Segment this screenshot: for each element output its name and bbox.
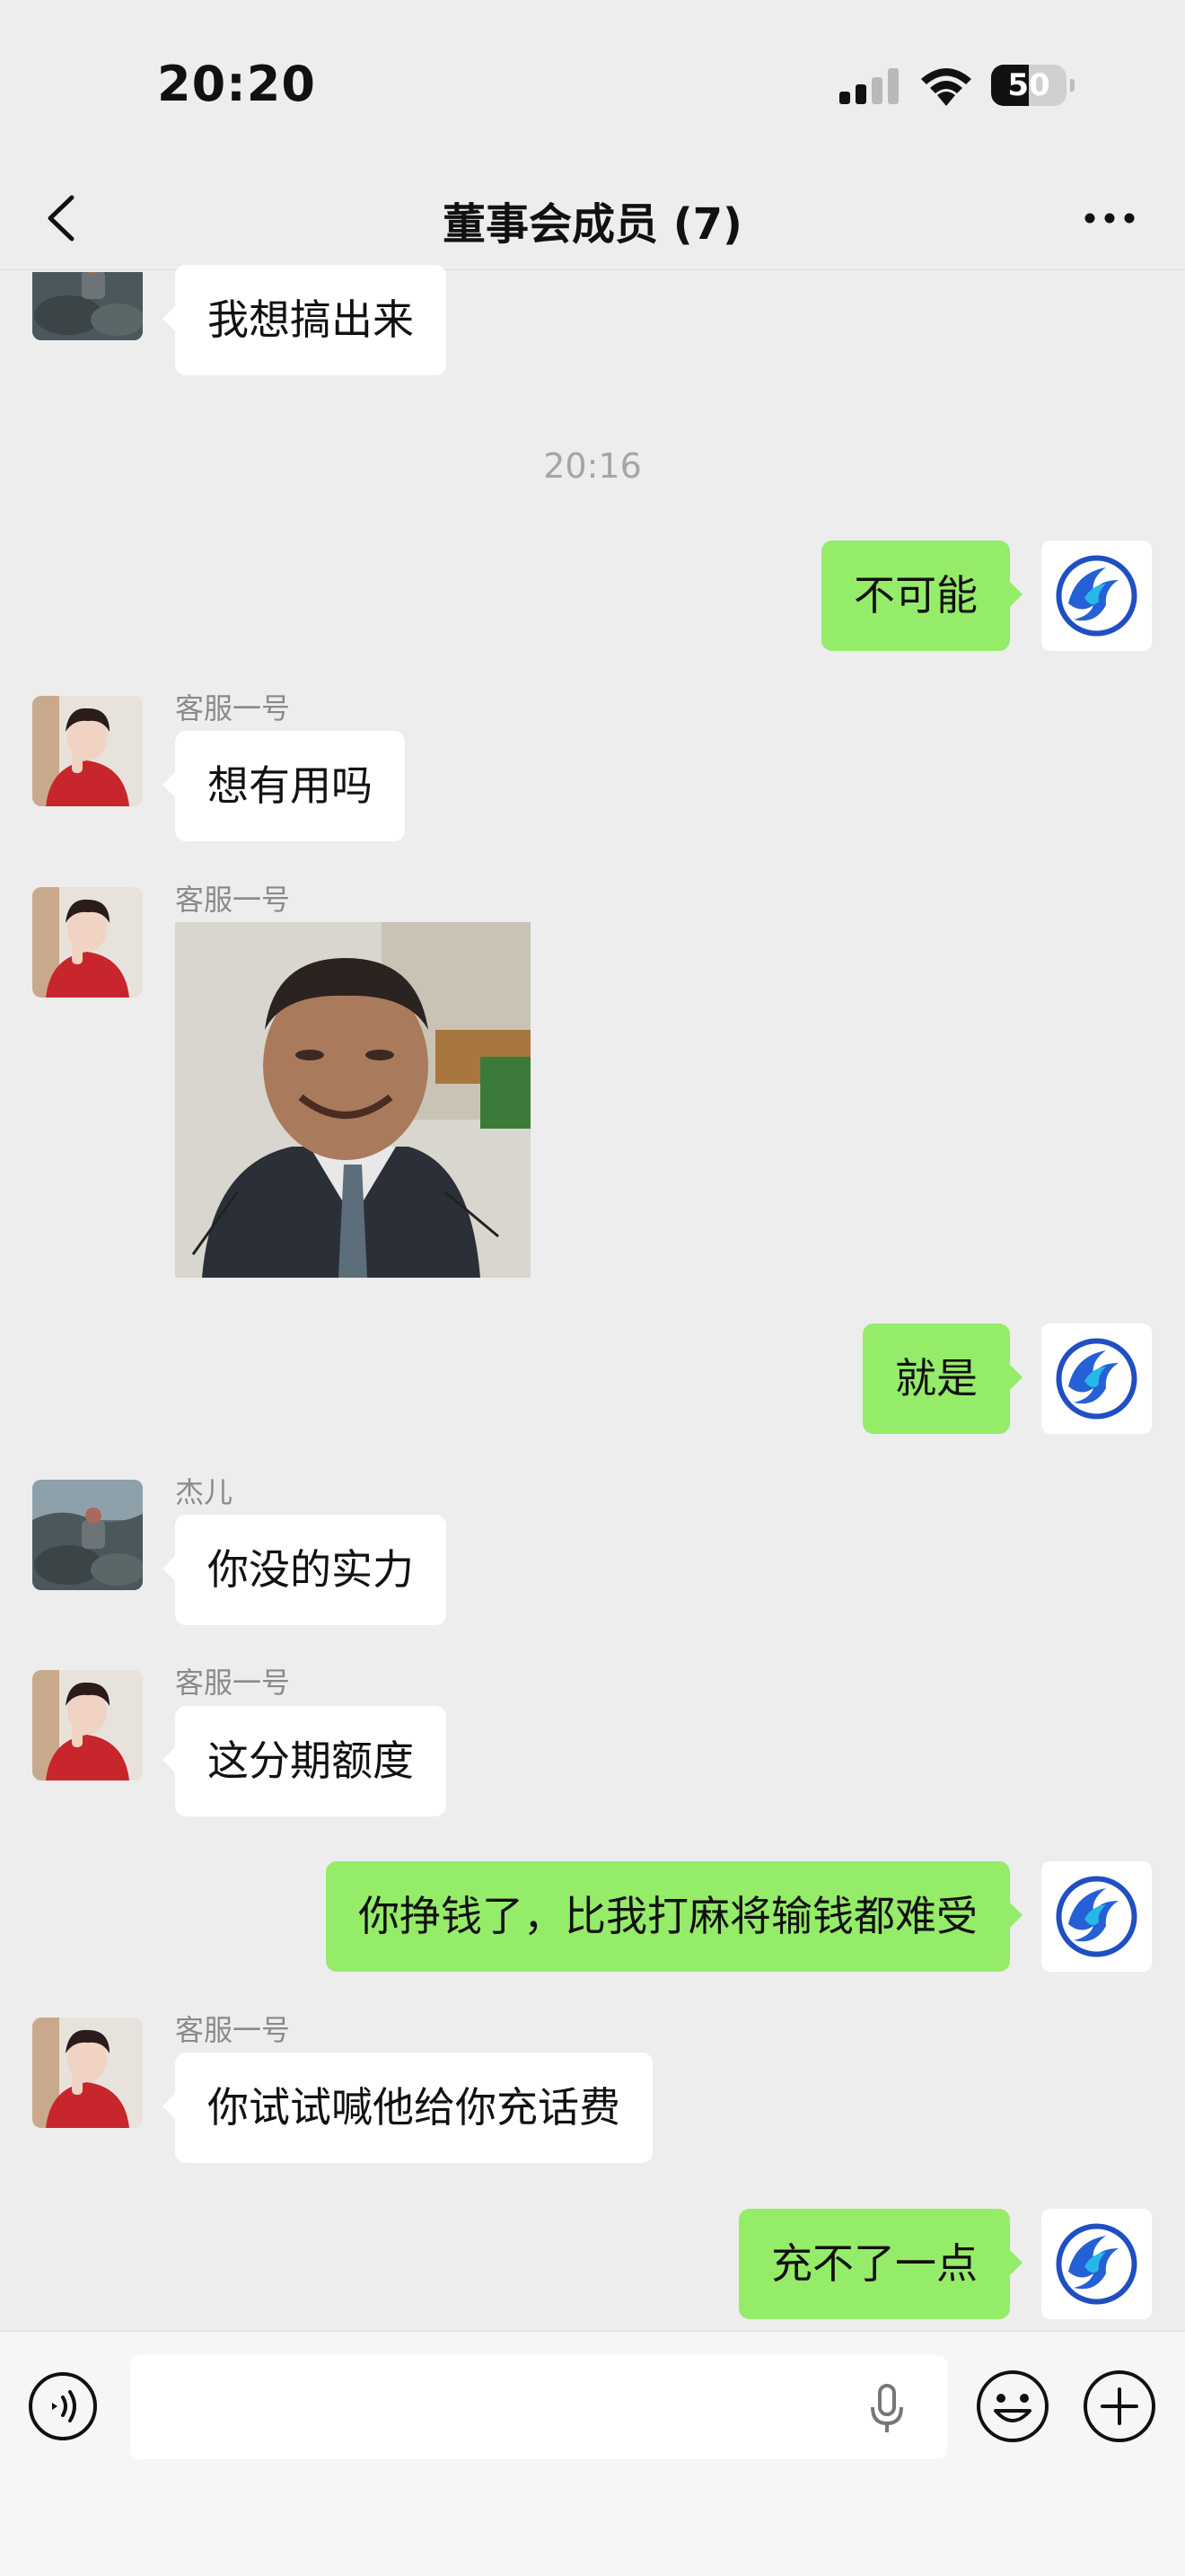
sender-name: 客服一号 (175, 1666, 291, 1700)
sender-name: 客服一号 (175, 883, 291, 917)
chat-title[interactable]: 董事会成员 (7) (0, 189, 1185, 251)
avatar[interactable] (1041, 2209, 1152, 2319)
message-bubble[interactable]: 我想搞出来 (162, 265, 446, 375)
sender-name: 客服一号 (175, 2013, 291, 2047)
message-input[interactable] (130, 2355, 947, 2459)
message-bubble[interactable]: 这分期额度 (162, 1706, 446, 1816)
smiling-man-in-suit-sticker[interactable] (175, 922, 531, 1278)
plus-icon[interactable] (1081, 2368, 1158, 2445)
message-bubble[interactable]: 想有用吗 (162, 731, 405, 841)
avatar[interactable] (32, 2018, 143, 2128)
message-bubble[interactable]: 不可能 (821, 541, 1023, 651)
sender-name: 杰儿 (175, 1475, 233, 1509)
message-bubble[interactable]: 你没的实力 (162, 1515, 446, 1625)
battery-percent: 50 (1007, 67, 1050, 103)
message-timestamp: 20:16 (543, 446, 642, 486)
cellular-signal-icon (839, 68, 902, 104)
avatar[interactable] (1041, 541, 1152, 651)
message-bubble[interactable]: 充不了一点 (739, 2209, 1023, 2319)
message-bubble[interactable]: 就是 (863, 1323, 1023, 1434)
battery-indicator: 50 (991, 65, 1075, 106)
avatar[interactable] (1041, 1861, 1152, 1972)
chat-input-bar (0, 2331, 1185, 2576)
message-bubble[interactable]: 你挣钱了，比我打麻将输钱都难受 (326, 1861, 1023, 1972)
ellipsis-icon[interactable] (1077, 187, 1142, 250)
avatar[interactable] (32, 696, 143, 806)
voice-mode-icon[interactable] (27, 2370, 99, 2442)
chat-header: 董事会成员 (7) (0, 171, 1185, 270)
avatar[interactable] (32, 1480, 143, 1590)
microphone-icon[interactable] (862, 2382, 912, 2436)
status-time: 20:20 (157, 56, 316, 112)
avatar[interactable] (32, 1670, 143, 1780)
status-bar: 20:20 50 (0, 0, 1185, 171)
emoji-icon[interactable] (974, 2368, 1051, 2445)
avatar[interactable] (32, 887, 143, 998)
sender-name: 客服一号 (175, 691, 291, 725)
message-bubble[interactable]: 你试试喊他给你充话费 (162, 2053, 653, 2163)
wifi-icon (921, 68, 971, 106)
avatar[interactable] (1041, 1323, 1152, 1434)
